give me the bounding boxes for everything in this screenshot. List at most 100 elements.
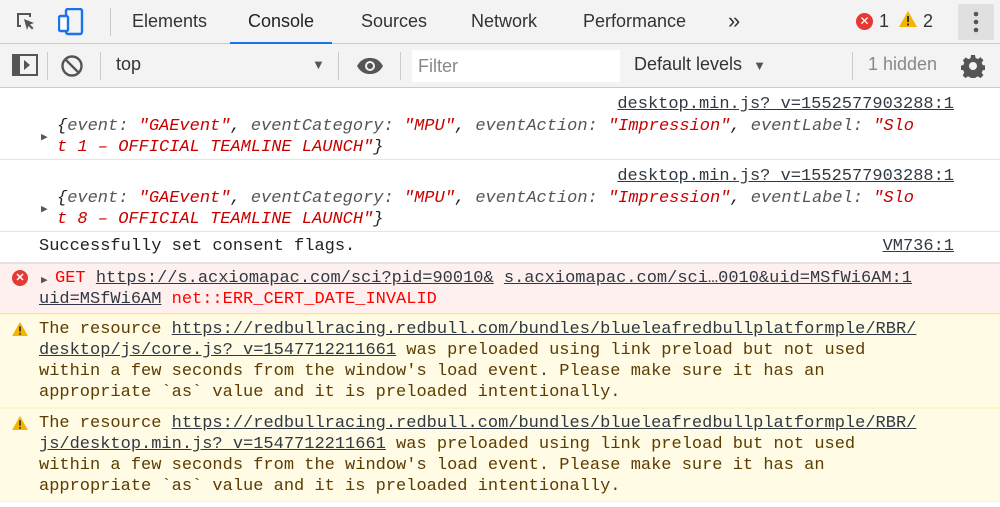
more-options-button[interactable] xyxy=(958,4,994,40)
warning-line: appropriate `as` value and it is preload… xyxy=(39,477,621,496)
warning-icon xyxy=(899,11,918,32)
toolbar-divider xyxy=(338,52,339,80)
source-link[interactable]: desktop.min.js?_v=1552577903288:1 xyxy=(617,95,954,114)
more-tabs-button[interactable]: » xyxy=(726,0,742,43)
warning-line: js/desktop.min.js?_v=1547712211661 was p… xyxy=(39,435,855,454)
object-value: "Slo xyxy=(873,117,914,136)
expand-triangle-icon[interactable]: ▶ xyxy=(41,202,48,216)
gear-icon[interactable] xyxy=(960,54,986,83)
expand-triangle-icon[interactable]: ▶ xyxy=(41,273,48,287)
kebab-icon xyxy=(973,11,979,33)
warning-line: The resource https://redbullracing.redbu… xyxy=(39,320,916,339)
brace-close: } xyxy=(373,210,384,229)
log-text: Successfully set consent flags. xyxy=(39,237,356,256)
console-message: desktop.min.js?_v=1552577903288:1 ▶ {eve… xyxy=(0,160,1000,232)
warning-line: within a few seconds from the window's l… xyxy=(39,362,825,381)
tab-elements[interactable]: Elements xyxy=(130,0,209,43)
object-preview-wrap: t 1 – OFFICIAL TEAMLINE LAUNCH"} xyxy=(57,138,383,157)
context-selector[interactable]: top xyxy=(116,54,141,75)
toolbar-divider xyxy=(110,8,111,36)
error-line-wrap: uid=MSfWi6AM net::ERR_CERT_DATE_INVALID xyxy=(39,290,437,309)
warning-text: The resource xyxy=(39,320,172,339)
request-url-wrap[interactable]: uid=MSfWi6AM xyxy=(39,290,161,309)
console-error-message: ✕ ▶ GET https://s.acxiomapac.com/sci?pid… xyxy=(0,263,1000,314)
devtools-tab-bar: Elements Console Sources Network Perform… xyxy=(0,0,1000,44)
toolbar-divider xyxy=(100,52,101,80)
console-toolbar: top ▼ Default levels ▼ 1 hidden xyxy=(0,44,1000,88)
object-value: "GAEvent" xyxy=(138,117,231,136)
object-key: eventLabel: xyxy=(750,117,874,136)
toolbar-divider xyxy=(47,52,48,80)
object-preview-wrap: t 8 – OFFICIAL TEAMLINE LAUNCH"} xyxy=(57,210,383,229)
console-warning-message: The resource https://redbullracing.redbu… xyxy=(0,314,1000,408)
warning-line: The resource https://redbullracing.redbu… xyxy=(39,414,916,433)
warning-count: 2 xyxy=(923,11,934,31)
warning-text: was preloaded using link preload but not… xyxy=(396,341,866,360)
toolbar-divider xyxy=(400,52,401,80)
http-method: GET xyxy=(55,269,86,288)
source-link[interactable]: s.acxiomapac.com/sci…0010&uid=MSfWi6AM:1 xyxy=(504,269,912,288)
expand-triangle-icon[interactable]: ▶ xyxy=(41,130,48,144)
error-icon: ✕ xyxy=(856,13,873,30)
log-levels-label: Default levels xyxy=(634,54,743,74)
warning-line: within a few seconds from the window's l… xyxy=(39,456,825,475)
resource-url-wrap[interactable]: js/desktop.min.js?_v=1547712211661 xyxy=(39,435,386,454)
source-link[interactable]: desktop.min.js?_v=1552577903288:1 xyxy=(617,167,954,186)
tab-performance[interactable]: Performance xyxy=(581,0,688,43)
console-warning-message: The resource https://redbullracing.redbu… xyxy=(0,408,1000,502)
tab-sources[interactable]: Sources xyxy=(359,0,429,43)
object-preview[interactable]: {event: "GAEvent", eventCategory: "MPU",… xyxy=(57,117,914,136)
hidden-messages-count: 1 hidden xyxy=(868,54,938,74)
object-key: event: xyxy=(67,189,139,208)
warning-line: desktop/js/core.js?_v=1547712211661 was … xyxy=(39,341,865,360)
device-toolbar-icon[interactable] xyxy=(57,7,84,41)
error-count: 1 xyxy=(879,11,890,31)
brace-open: { xyxy=(57,189,68,208)
object-key: eventAction: xyxy=(475,189,608,208)
object-value: "Slo xyxy=(873,189,914,208)
object-key: eventLabel: xyxy=(750,189,874,208)
comma: , xyxy=(230,117,251,136)
object-value: "MPU" xyxy=(403,117,455,136)
object-value: "GAEvent" xyxy=(138,189,231,208)
object-value: "Impression" xyxy=(607,189,731,208)
warning-icon xyxy=(12,416,28,436)
chevron-down-icon[interactable]: ▼ xyxy=(312,57,325,72)
comma: , xyxy=(454,189,476,208)
source-link[interactable]: VM736:1 xyxy=(883,237,954,256)
tab-console[interactable]: Console xyxy=(230,0,333,44)
object-value: t 1 – OFFICIAL TEAMLINE LAUNCH" xyxy=(57,138,374,157)
request-url[interactable]: https://s.acxiomapac.com/sci?pid=90010& xyxy=(96,269,494,288)
issue-counts[interactable]: ✕ 1 2 xyxy=(856,0,933,43)
warning-icon xyxy=(12,322,28,342)
sidebar-toggle-icon[interactable] xyxy=(12,54,38,81)
object-value: t 8 – OFFICIAL TEAMLINE LAUNCH" xyxy=(57,210,374,229)
comma: , xyxy=(730,117,751,136)
filter-input[interactable] xyxy=(412,50,620,82)
clear-console-icon[interactable] xyxy=(60,54,84,83)
live-expression-eye-icon[interactable] xyxy=(356,57,384,80)
object-preview[interactable]: {event: "GAEvent", eventCategory: "MPU",… xyxy=(57,189,914,208)
object-value: "MPU" xyxy=(403,189,455,208)
console-message: Successfully set consent flags. VM736:1 xyxy=(0,232,1000,263)
chevron-down-icon: ▼ xyxy=(753,58,766,73)
resource-url-wrap[interactable]: desktop/js/core.js?_v=1547712211661 xyxy=(39,341,396,360)
error-line: GET https://s.acxiomapac.com/sci?pid=900… xyxy=(55,269,912,288)
object-key: eventCategory: xyxy=(250,189,404,208)
comma: , xyxy=(454,117,476,136)
error-text: net::ERR_CERT_DATE_INVALID xyxy=(171,290,437,309)
tab-network[interactable]: Network xyxy=(469,0,539,43)
toolbar-divider xyxy=(852,52,853,80)
resource-url[interactable]: https://redbullracing.redbull.com/bundle… xyxy=(172,320,917,339)
brace-open: { xyxy=(57,117,68,136)
console-message: desktop.min.js?_v=1552577903288:1 ▶ {eve… xyxy=(0,88,1000,160)
inspect-element-icon[interactable] xyxy=(14,10,38,39)
log-levels-dropdown[interactable]: Default levels ▼ xyxy=(634,54,766,75)
warning-text: The resource xyxy=(39,414,172,433)
error-icon: ✕ xyxy=(12,270,28,286)
object-key: eventCategory: xyxy=(250,117,404,136)
object-key: event: xyxy=(67,117,139,136)
brace-close: } xyxy=(373,138,384,157)
resource-url[interactable]: https://redbullracing.redbull.com/bundle… xyxy=(172,414,917,433)
object-key: eventAction: xyxy=(475,117,608,136)
